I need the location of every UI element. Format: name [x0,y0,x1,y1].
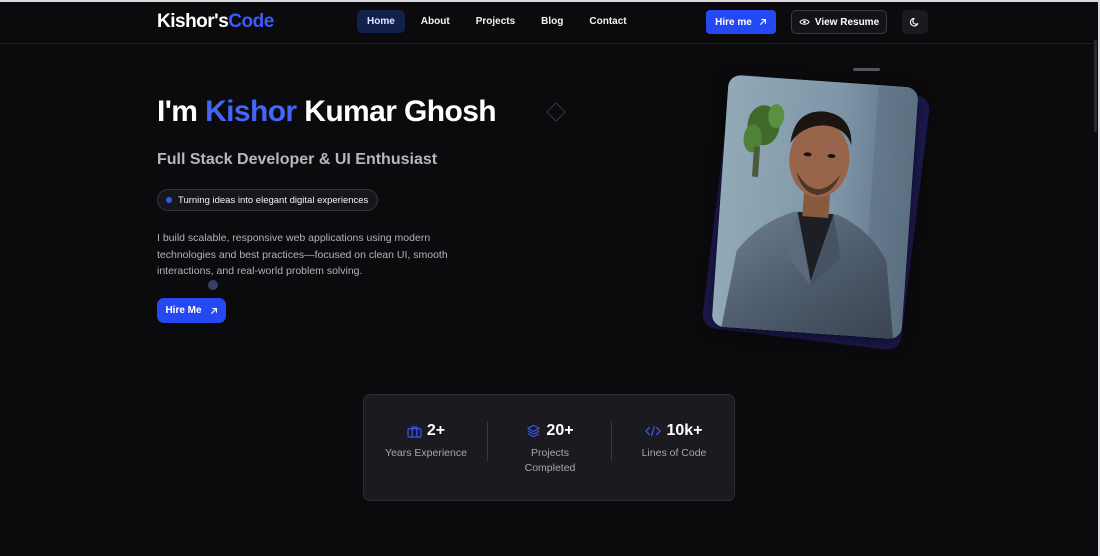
headline-name-accent: Kishor [205,95,297,128]
site-logo[interactable]: Kishor'sCode [157,11,274,33]
navbar: Kishor'sCode Home About Projects Blog Co… [0,2,1098,44]
decorative-diamond [546,102,566,122]
theme-toggle-button[interactable] [902,10,928,34]
hire-me-nav-button[interactable]: Hire me [706,10,776,34]
stat-value: 2+ [426,422,446,439]
hero-headline: I'm Kishor Kumar Ghosh [157,95,497,129]
view-resume-label: View Resume [814,16,880,28]
page-scrollbar[interactable] [1094,40,1097,132]
stat-experience: 2+ Years Experience [364,421,488,461]
nav-link-contact[interactable]: Contact [579,10,636,33]
cursor-follower-dot [208,280,218,290]
nav-links: Home About Projects Blog Contact [357,10,637,33]
layers-icon [527,424,541,438]
photo-decoration-bar [853,68,880,71]
stat-label: Projects Completed [524,447,576,474]
nav-link-projects[interactable]: Projects [466,10,525,33]
tagline-pill: Turning ideas into elegant digital exper… [157,189,379,211]
view-resume-button[interactable]: View Resume [791,10,887,34]
logo-main-text: Kishor's [157,11,229,32]
pill-dot-icon [166,197,172,203]
hire-me-nav-label: Hire me [715,16,752,28]
hero-subtitle: Full Stack Developer & UI Enthusiast [157,151,438,168]
stat-value: 10k+ [666,422,703,439]
stat-lines: 10k+ Lines of Code [612,421,736,461]
nav-link-home[interactable]: Home [357,10,405,33]
headline-name-rest: Kumar Ghosh [296,95,497,128]
stat-value: 20+ [546,422,574,439]
arrow-up-right-icon [210,307,217,314]
stat-label: Lines of Code [641,447,707,459]
eye-icon [799,19,810,25]
profile-photo [711,74,919,340]
hero-description: I build scalable, responsive web applica… [157,232,448,277]
stats-card: 2+ Years Experience 20+ Projects Complet… [363,394,735,501]
hire-me-hero-label: Hire Me [165,305,202,316]
logo-accent-text: Code [228,11,274,32]
pill-text: Turning ideas into elegant digital exper… [178,194,369,206]
arrow-up-right-icon [759,19,766,25]
nav-link-blog[interactable]: Blog [531,10,573,33]
stat-projects: 20+ Projects Completed [488,421,612,476]
nav-link-about[interactable]: About [411,10,460,33]
briefcase-icon [407,425,422,438]
moon-icon [910,17,919,27]
code-icon [645,425,662,437]
hire-me-hero-button[interactable]: Hire Me [157,298,226,323]
stat-label: Years Experience [385,447,467,459]
headline-greeting: I'm [157,95,206,128]
